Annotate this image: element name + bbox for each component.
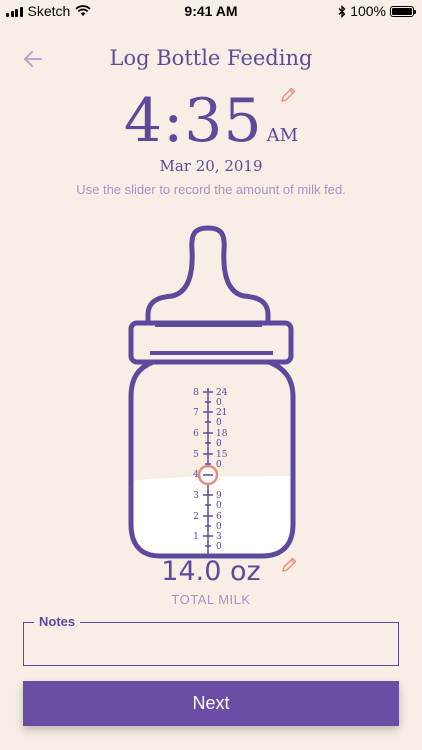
bottle-body bbox=[128, 359, 296, 559]
tbsp-tick: 9 bbox=[216, 491, 222, 501]
battery-icon bbox=[390, 5, 416, 17]
tbsp-tick: 24 bbox=[216, 388, 228, 398]
next-button[interactable]: Next bbox=[23, 681, 399, 726]
oz-tick-5: 5 bbox=[193, 450, 199, 460]
instruction-text: Use the slider to record the amount of m… bbox=[76, 182, 346, 197]
pencil-icon[interactable] bbox=[280, 556, 298, 574]
tbsp-tick: 0 bbox=[216, 439, 222, 449]
feeding-date[interactable]: Mar 20, 2019 bbox=[0, 157, 422, 175]
tbsp-tick: 21 bbox=[216, 408, 227, 418]
status-bar-right: 100% bbox=[338, 3, 416, 19]
oz-tick-6: 6 bbox=[193, 429, 199, 439]
feeding-time[interactable]: 4:35 AM bbox=[0, 86, 422, 156]
time-ampm[interactable]: AM bbox=[267, 125, 298, 146]
notes-label: Notes bbox=[34, 614, 81, 629]
total-milk-label: TOTAL MILK bbox=[171, 592, 251, 607]
milk-amount: 14.0 oz bbox=[161, 556, 261, 587]
tbsp-tick: 6 bbox=[216, 512, 222, 522]
battery-percent: 100% bbox=[350, 3, 386, 19]
page-title: Log Bottle Feeding bbox=[109, 46, 313, 70]
time-value[interactable]: 4:35 bbox=[124, 86, 263, 156]
status-bar: Sketch 9:41 AM 100% bbox=[0, 0, 422, 22]
tbsp-tick: 15 bbox=[216, 450, 228, 460]
tbsp-tick: 3 bbox=[216, 532, 222, 542]
oz-tick-3: 3 bbox=[193, 491, 199, 501]
tbsp-tick: 0 bbox=[216, 501, 222, 511]
oz-tick-2: 2 bbox=[193, 512, 199, 522]
bottle-nipple bbox=[145, 225, 271, 322]
tbsp-tick: 0 bbox=[216, 522, 222, 532]
tbsp-tick: 18 bbox=[216, 429, 228, 439]
oz-tick-8: 8 bbox=[193, 388, 199, 398]
bottle-collar bbox=[128, 320, 294, 365]
milk-fill bbox=[131, 476, 293, 556]
oz-tick-7: 7 bbox=[193, 408, 199, 418]
tbsp-tick: 0 bbox=[216, 418, 222, 428]
notes-field[interactable]: Notes bbox=[23, 614, 399, 666]
oz-tick-1: 1 bbox=[193, 532, 199, 542]
bluetooth-icon bbox=[338, 4, 346, 18]
amount-slider-handle[interactable] bbox=[197, 464, 219, 486]
tbsp-tick: 0 bbox=[216, 398, 222, 408]
pencil-icon[interactable] bbox=[279, 86, 297, 104]
tbsp-tick: 0 bbox=[216, 542, 222, 552]
